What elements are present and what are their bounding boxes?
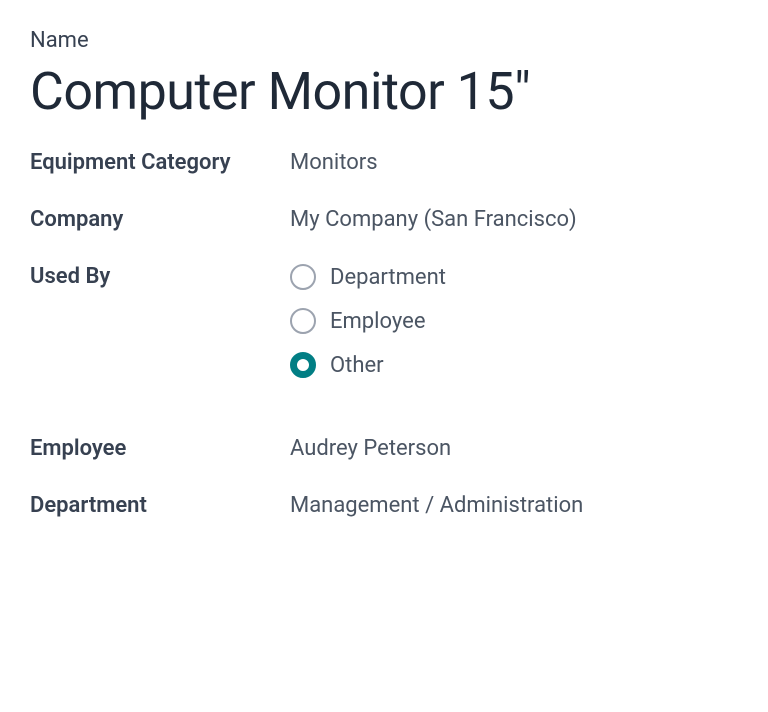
radio-label-employee: Employee: [330, 309, 426, 334]
company-row: Company My Company (San Francisco): [30, 207, 738, 232]
radio-circle-icon: [290, 308, 316, 334]
used-by-row: Used By Department Employee Other: [30, 264, 738, 378]
radio-option-employee[interactable]: Employee: [290, 308, 446, 334]
equipment-category-label: Equipment Category: [30, 150, 290, 175]
radio-label-department: Department: [330, 265, 446, 290]
company-value[interactable]: My Company (San Francisco): [290, 207, 577, 232]
radio-circle-icon: [290, 352, 316, 378]
company-label: Company: [30, 207, 290, 232]
equipment-category-value[interactable]: Monitors: [290, 150, 378, 175]
name-value[interactable]: Computer Monitor 15": [30, 61, 738, 122]
employee-value[interactable]: Audrey Peterson: [290, 436, 451, 461]
radio-circle-icon: [290, 264, 316, 290]
employee-label: Employee: [30, 436, 290, 461]
equipment-category-row: Equipment Category Monitors: [30, 150, 738, 175]
used-by-radio-group: Department Employee Other: [290, 264, 446, 378]
radio-option-other[interactable]: Other: [290, 352, 446, 378]
radio-label-other: Other: [330, 353, 384, 378]
department-value[interactable]: Management / Administration: [290, 493, 583, 518]
used-by-label: Used By: [30, 264, 290, 289]
department-row: Department Management / Administration: [30, 493, 738, 518]
department-label: Department: [30, 493, 290, 518]
radio-option-department[interactable]: Department: [290, 264, 446, 290]
name-label: Name: [30, 28, 738, 53]
employee-row: Employee Audrey Peterson: [30, 436, 738, 461]
